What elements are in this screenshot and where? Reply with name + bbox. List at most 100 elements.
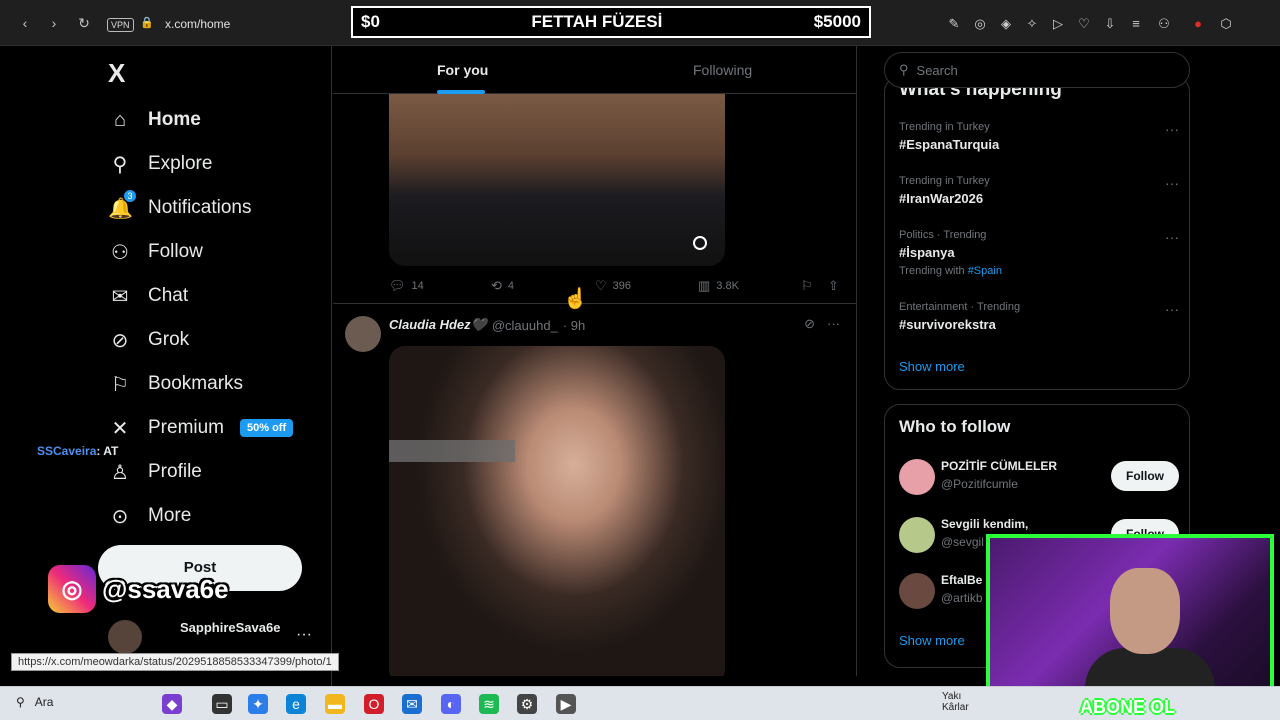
cube-icon[interactable]: ⬡ — [1218, 16, 1234, 32]
heart-icon: ♡ — [595, 278, 607, 293]
search-icon: ⚲ — [112, 153, 128, 176]
follow-button[interactable]: Follow — [1111, 461, 1179, 491]
profile-icon[interactable]: ⚇ — [1156, 16, 1172, 32]
lock-icon[interactable]: 🔒 — [140, 16, 154, 29]
game-app-icon[interactable]: ◆ — [162, 694, 182, 714]
follow-suggestion[interactable]: POZİTİF CÜMLELER @Pozitifcumle Follow — [899, 457, 1179, 497]
trend-item[interactable]: Politics · Trending #İspanya Trending wi… — [899, 229, 1179, 277]
more-dots-icon[interactable]: ··· — [827, 316, 840, 332]
nav-notifications[interactable]: 🔔 3 Notifications — [108, 188, 252, 228]
suggestion-handle: @artikb — [941, 591, 983, 605]
nav-more-label: More — [148, 505, 192, 526]
forward-icon[interactable]: › — [45, 14, 63, 32]
trend-item[interactable]: Entertainment · Trending #survivorekstra… — [899, 301, 1179, 332]
media-tag-icon[interactable] — [693, 236, 707, 250]
more-dots-icon[interactable]: ··· — [1165, 301, 1179, 317]
trend-related-tag[interactable]: #Spain — [968, 265, 1002, 277]
tweet-header-actions: ⊘ ··· — [804, 316, 840, 332]
trend-item[interactable]: Trending in Turkey #EspanaTurquia ··· — [899, 121, 1179, 152]
nav-follow-label: Follow — [148, 241, 203, 262]
tab-following[interactable]: Following — [693, 62, 752, 78]
vpn-badge[interactable]: VPN — [107, 18, 134, 32]
share-button[interactable]: ⇧ — [828, 278, 839, 294]
play-icon[interactable]: ▷ — [1050, 16, 1066, 32]
banner-right-value: $5000 — [813, 12, 861, 31]
who-to-follow-title: Who to follow — [899, 417, 1011, 436]
task-view-icon[interactable]: ▭ — [212, 694, 232, 714]
folder-icon[interactable]: ▬ — [325, 694, 345, 714]
taskbar-weather[interactable]: Yakı Kârlar — [942, 691, 969, 713]
trend-item[interactable]: Trending in Turkey #IranWar2026 ··· — [899, 175, 1179, 206]
taskbar-search[interactable]: ⚲ Ara — [16, 695, 53, 709]
more-dots-icon[interactable]: ··· — [1165, 175, 1179, 191]
nav-follow[interactable]: ⚇ Follow — [108, 232, 203, 272]
back-icon[interactable]: ‹ — [16, 14, 34, 32]
heart-icon[interactable]: ♡ — [1076, 16, 1092, 32]
tweet-author-handle[interactable]: @clauuhd_ — [492, 318, 558, 333]
more-dots-icon[interactable]: ··· — [1165, 229, 1179, 245]
tweet-media[interactable] — [389, 94, 725, 266]
x-logo-icon[interactable]: X — [108, 58, 125, 89]
opera-icon[interactable]: O — [364, 694, 384, 714]
nav-chat-label: Chat — [148, 285, 189, 306]
bookmark-button[interactable]: ⚐ — [801, 278, 813, 294]
tweet-time[interactable]: · 9h — [563, 318, 585, 333]
nav-home[interactable]: ⌂ Home — [108, 100, 201, 140]
tab-for-you[interactable]: For you — [437, 62, 488, 78]
opera-icon[interactable]: ● — [1190, 16, 1206, 31]
tweet-divider — [333, 303, 856, 304]
trends-show-more-link[interactable]: Show more — [899, 359, 965, 374]
tab-active-indicator — [437, 90, 485, 94]
suggestion-name: EftalBe — [941, 573, 983, 587]
repost-button[interactable]: ⟲ 4 — [491, 278, 514, 294]
extension-icon[interactable]: ✧ — [1024, 16, 1040, 32]
copilot-icon[interactable]: ✦ — [248, 694, 268, 714]
nav-bookmarks[interactable]: ⚐ Bookmarks — [108, 364, 243, 404]
tweet-author-name[interactable]: Claudia Hdez🖤 — [389, 317, 487, 333]
account-name: SapphireSava6e — [180, 620, 281, 635]
edit-icon[interactable]: ✎ — [946, 16, 962, 32]
reply-icon: 💬︎ — [389, 278, 406, 293]
search-input[interactable]: ⚲ Search — [884, 52, 1190, 88]
tweet-media[interactable] — [389, 346, 725, 676]
grok-icon[interactable]: ⊘ — [804, 316, 815, 332]
bookmark-icon: ⚐ — [111, 373, 129, 396]
like-button[interactable]: ♡ 396 — [595, 278, 631, 294]
address-bar[interactable]: x.com/home — [165, 17, 230, 31]
menu-icon[interactable]: ≡ — [1128, 16, 1144, 31]
shield-icon[interactable]: ◈ — [998, 16, 1014, 32]
more-dots-icon[interactable]: ··· — [1165, 121, 1179, 137]
edge-icon[interactable]: e — [286, 694, 306, 714]
nav-grok[interactable]: ⊘ Grok — [108, 320, 190, 360]
avatar[interactable] — [345, 316, 381, 352]
trend-title: #survivorekstra — [899, 317, 996, 332]
search-icon: ⚲ — [899, 62, 909, 77]
settings-app-icon[interactable]: ⚙ — [517, 694, 537, 714]
reload-icon[interactable]: ↻ — [75, 14, 93, 32]
nav-explore[interactable]: ⚲ Explore — [108, 144, 213, 184]
x-icon: ✕ — [111, 417, 129, 440]
reply-button[interactable]: 💬︎ 14 — [389, 278, 424, 294]
home-icon: ⌂ — [113, 108, 127, 131]
search-placeholder: Search — [916, 62, 958, 78]
account-switcher[interactable]: SapphireSava6e ··· — [108, 618, 318, 658]
nav-profile[interactable]: ♙ Profile — [108, 452, 202, 492]
instagram-handle: @ssava6e — [102, 573, 229, 604]
views-button[interactable]: ▥ 3.8K — [698, 278, 739, 294]
discord-icon[interactable]: ◐ — [441, 694, 461, 714]
camera-icon[interactable]: ◎ — [972, 16, 988, 32]
download-icon[interactable]: ⇩ — [1102, 16, 1118, 32]
more-dots-icon[interactable]: ··· — [296, 626, 312, 644]
nav-explore-label: Explore — [148, 153, 213, 174]
like-count: 396 — [612, 280, 632, 292]
nav-more[interactable]: ⊙ More — [108, 496, 192, 536]
media-player-icon[interactable]: ▶ — [556, 694, 576, 714]
follow-show-more-link[interactable]: Show more — [899, 633, 965, 648]
nav-premium[interactable]: ✕ Premium 50% off — [108, 408, 294, 448]
nav-chat[interactable]: ✉ Chat — [108, 276, 189, 316]
mail-app-icon[interactable]: ✉ — [402, 694, 422, 714]
suggestion-name: Sevgili kendim, — [941, 517, 1029, 531]
nav-home-label: Home — [148, 109, 201, 130]
spotify-icon[interactable]: ≋ — [479, 694, 499, 714]
nav-profile-label: Profile — [148, 461, 202, 482]
